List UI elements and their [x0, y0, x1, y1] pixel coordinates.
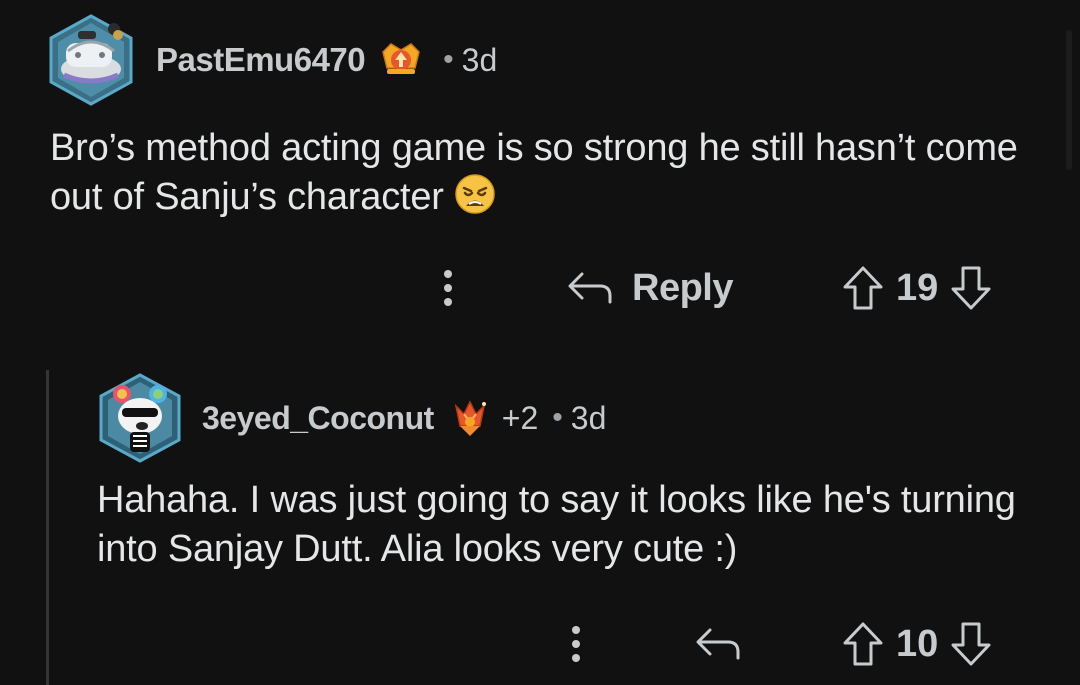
crystal-flair-icon [448, 396, 492, 440]
upvote-arrow-icon[interactable] [840, 263, 886, 313]
upvote-arrow-icon[interactable] [840, 619, 886, 669]
reply-button[interactable]: Reply [566, 258, 733, 318]
weary-face-emoji-icon [454, 173, 496, 215]
reply-arrow-icon [568, 272, 612, 304]
username[interactable]: 3eyed_Coconut [202, 400, 434, 437]
reply-arrow-icon [696, 628, 740, 660]
comment-body-text: Bro’s method acting game is so strong he… [50, 127, 1018, 218]
downvote-arrow-icon[interactable] [948, 619, 994, 669]
username[interactable]: PastEmu6470 [156, 41, 366, 79]
vote-score: 10 [896, 622, 939, 665]
user-avatar[interactable] [44, 13, 138, 107]
reply-comment: 3eyed_Coconut +2 • 3d Hahaha. I was just… [94, 368, 1054, 666]
comment-actions: Reply 19 [44, 258, 1054, 318]
more-options-button[interactable] [566, 614, 586, 674]
comment-header: PastEmu6470 • 3d [44, 10, 1054, 110]
reply-button[interactable] [694, 614, 742, 674]
vote-score: 19 [896, 266, 939, 309]
reply-label: Reply [632, 266, 733, 309]
comment: PastEmu6470 • 3d Bro’s method acting gam… [44, 10, 1054, 310]
avatar-hexagon-icon [99, 373, 181, 463]
separator-dot: • [552, 401, 563, 434]
comment-actions: 10 [94, 614, 1054, 674]
extra-flair-count[interactable]: +2 [502, 400, 538, 437]
scrollbar[interactable] [1066, 30, 1072, 170]
comment-body: Hahaha. I was just going to say it looks… [97, 479, 1016, 570]
comment-thread: PastEmu6470 • 3d Bro’s method acting gam… [0, 0, 1080, 685]
vote-controls: 10 [840, 614, 994, 674]
more-options-button[interactable] [438, 258, 458, 318]
vote-controls: 19 [840, 258, 994, 318]
comment-body: Bro’s method acting game is so strong he… [50, 124, 1054, 222]
trophy-flair-icon [379, 38, 423, 82]
user-avatar[interactable] [94, 372, 186, 464]
avatar-hexagon-icon [49, 14, 133, 106]
more-vertical-icon [444, 270, 452, 306]
comment-header: 3eyed_Coconut +2 • 3d [94, 368, 1054, 468]
more-vertical-icon [572, 626, 580, 662]
comment-age: 3d [461, 41, 498, 78]
separator-dot: • [443, 43, 454, 76]
thread-line[interactable] [46, 370, 49, 685]
comment-age: 3d [570, 399, 607, 436]
downvote-arrow-icon[interactable] [948, 263, 994, 313]
